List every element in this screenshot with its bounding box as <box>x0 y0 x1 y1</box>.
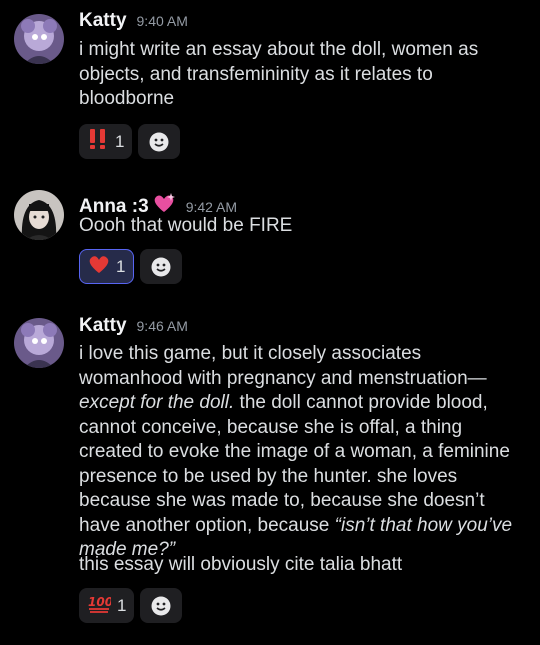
reaction-red-heart[interactable]: 1 <box>79 249 135 284</box>
hundred-points-emoji: 100 <box>87 592 113 619</box>
italic-text: except for the doll. <box>79 392 235 413</box>
reactions: 1 <box>79 249 183 284</box>
reaction-count: 1 <box>116 256 126 276</box>
message-text-followup: this essay will obviously cite talia bha… <box>79 554 403 575</box>
message-text: Oooh that would be FIRE <box>79 215 293 236</box>
svg-text:100: 100 <box>88 595 111 609</box>
add-reaction-button[interactable] <box>140 588 183 623</box>
reaction-double-exclamation[interactable]: 1 <box>79 124 133 159</box>
timestamp: 9:46 AM <box>136 318 188 334</box>
reactions: 100 1 <box>79 588 183 623</box>
timestamp: 9:42 AM <box>185 199 238 215</box>
text-segment: i love this game, but it closely associa… <box>79 343 487 389</box>
avatar[interactable] <box>14 190 64 240</box>
add-reaction-button[interactable] <box>138 124 181 159</box>
add-reaction-icon <box>149 132 169 151</box>
add-reaction-button[interactable] <box>140 249 183 284</box>
reactions: 1 <box>79 124 181 159</box>
message-text: i might write an essay about the doll, w… <box>79 39 479 109</box>
reaction-hundred-points[interactable]: 100 1 <box>79 588 135 623</box>
red-heart-emoji <box>88 254 110 279</box>
add-reaction-icon <box>151 596 171 615</box>
reaction-count: 1 <box>117 595 127 615</box>
avatar[interactable] <box>14 318 64 368</box>
timestamp: 9:40 AM <box>136 13 188 29</box>
message-text: i love this game, but it closely associa… <box>79 342 529 563</box>
avatar[interactable] <box>14 14 64 64</box>
add-reaction-icon <box>151 257 171 276</box>
double-exclamation-emoji <box>87 128 109 155</box>
reaction-count: 1 <box>115 131 125 151</box>
author-name[interactable]: Katty <box>79 315 127 337</box>
author-name[interactable]: Katty <box>79 10 127 32</box>
